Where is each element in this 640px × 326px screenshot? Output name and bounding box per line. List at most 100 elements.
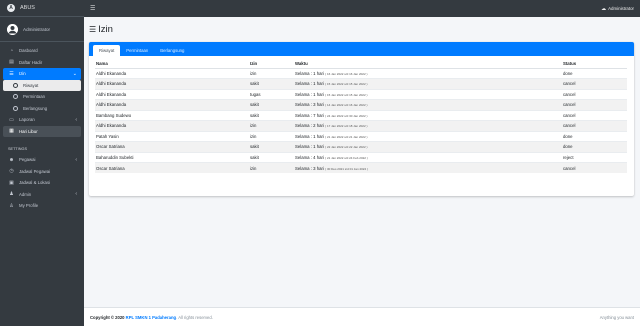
cell-waktu-duration: Selama : 3 hari [295,165,324,171]
sidebar-item-riwayat[interactable]: Riwayat [3,79,81,91]
chevron-down-icon: ⌄ [72,70,77,77]
sidebar-nav: ◔ Dasboard ▤ Daftar Hadir ☰ Izin ⌄ Riway… [0,42,84,212]
footer-copyright-text: Copyright © 2020 [90,314,125,320]
cell-izin: sakit [249,78,294,89]
sidebar-item-daftar-hadir[interactable]: ▤ Daftar Hadir [3,57,81,69]
cell-izin: sakit [249,151,294,163]
table-row: Oscar Satriana izin Selama : 3 hari ( 30 D… [95,162,627,173]
sidebar-item-pegawai[interactable]: ☻ Pegawai ‹ [3,154,81,166]
brand-logo: A [7,4,15,12]
user-panel[interactable]: Administrator [0,17,84,42]
table-row: Aldhi Ekananda izin Selama : 1 hari ( 16 J… [95,67,627,79]
cell-waktu-duration: Selama : 1 hari [295,133,324,139]
cell-nama: Bambang Sudewo [95,109,249,121]
chevron-left-icon: ‹ [75,191,77,198]
sidebar-item-berlangsung[interactable]: Berlangsung [3,103,81,115]
users-icon: ☻ [8,156,15,163]
cell-nama: Aldhi Ekananda [95,78,249,89]
tab-berlangsung[interactable]: Berlangsung [154,45,190,56]
cell-waktu-range: ( 14 Jan 2022 s/d 16 Jan 2022 ) [325,103,368,108]
cell-nama: Aldhi Ekananda [95,120,249,131]
cloud-icon: ☁ [601,5,607,12]
sidebar-item-admin[interactable]: ♟ Admin ‹ [3,189,81,201]
cell-waktu-range: ( 16 Jan 2022 s/d 16 Jan 2022 ) [325,71,368,76]
table-row: Aldhi Ekananda izin Selama : 2 hari ( 17 J… [95,120,627,131]
user-name: Administrator [23,26,51,32]
circle-icon [12,94,19,100]
cell-waktu-duration: Selama : 1 hari [295,81,324,87]
menu-toggle-icon[interactable]: ☰ [90,5,95,12]
cell-waktu-duration: Selama : 3 hari [295,102,324,108]
cell-waktu: Selama : 2 hari ( 17 Jan 2022 s/d 18 Jan… [294,120,562,131]
cell-waktu: Selama : 3 hari ( 30 Des 2021 s/d 01 Jan… [294,162,562,173]
sidebar-item-label: Jadwal Pegawai [19,168,51,174]
sidebar: A ABUS Administrator ◔ Dasboard ▤ Daftar… [0,0,84,326]
tab-riwayat[interactable]: Riwayat [93,45,121,56]
avatar [7,23,18,35]
cell-waktu: Selama : 1 hari ( 22 Jan 2022 s/d 22 Jan… [294,141,562,152]
cell-izin: izin [249,130,294,142]
cell-nama: Aldhi Ekananda [95,99,249,110]
cell-waktu: Selama : 3 hari ( 14 Jan 2022 s/d 16 Jan… [294,99,562,110]
sidebar-item-jadwal-pegawai[interactable]: ◷ Jadwal Pegawai [3,166,81,178]
cell-waktu-range: ( 15 Jan 2022 s/d 15 Jan 2022 ) [325,82,368,87]
brand-name: ABUS [20,5,35,11]
cell-nama: Aldhi Ekananda [95,88,249,100]
cell-izin: sakit [249,109,294,121]
cell-waktu-duration: Selama : 7 hari [295,112,324,118]
footer: Copyright © 2020 RPL SMKN 1 Padaherang. … [84,307,640,326]
table-row: Baharuddin Subekti sakit Selama : 4 hari (… [95,151,627,163]
cell-waktu: Selama : 7 hari ( 24 Jan 2022 s/d 30 Jan… [294,109,562,121]
sidebar-item-label: Jadwal & Lokasi [19,180,51,186]
sidebar-item-label: Hari Libur [19,128,38,134]
cell-waktu-range: ( 15 Jan 2022 s/d 15 Jan 2022 ) [325,92,368,97]
cell-nama: Oscar Satriana [95,162,249,173]
cell-status: done [562,130,627,142]
cell-izin: sakit [249,141,294,152]
table-row: Oscar Satriana sakit Selama : 1 hari ( 22 … [95,141,627,152]
cell-waktu: Selama : 1 hari ( 16 Jan 2022 s/d 16 Jan… [294,67,562,79]
footer-copyright: Copyright © 2020 RPL SMKN 1 Padaherang. … [90,315,213,320]
cell-waktu-range: ( 17 Jan 2022 s/d 18 Jan 2022 ) [325,124,368,129]
brand-link[interactable]: A ABUS [0,0,84,17]
page-title-text: Izin [98,24,113,35]
table-row: Aldhi Ekananda sakit Selama : 1 hari ( 15 … [95,78,627,89]
cell-waktu-duration: Selama : 1 hari [295,144,324,150]
column-header-status: Status [562,59,627,69]
cell-nama: Baharuddin Subekti [95,151,249,163]
sidebar-item-jadwal-lokasi[interactable]: ▣ Jadwal & Lokasi [3,177,81,189]
sidebar-item-izin[interactable]: ☰ Izin ⌄ [3,68,81,80]
sidebar-item-laporan[interactable]: ▭ Laporan ‹ [3,114,81,126]
sidebar-item-label: Permintaan [23,94,45,100]
footer-link[interactable]: RPL SMKN 1 Padaherang [126,315,176,320]
topbar-user-name: Administrator [608,6,634,11]
cell-izin: izin [249,67,294,79]
column-header-waktu: Waktu [294,59,562,69]
circle-icon [12,105,19,111]
sidebar-item-hari-libur[interactable]: ▦ Hari Libur [3,125,81,137]
sidebar-item-permintaan[interactable]: Permintaan [3,91,81,103]
sidebar-item-dasboard[interactable]: ◔ Dasboard [3,45,81,57]
sidebar-item-my-profile[interactable]: ♙ My Profile [3,200,81,212]
table-header-row: Nama Izin Waktu Status [95,59,627,69]
cell-waktu-range: ( 21 Jan 2022 s/d 21 Jan 2022 ) [325,134,368,139]
izin-card: Riwayat Permintaan Berlangsung Nama Izin… [89,42,634,196]
cell-waktu-duration: Selama : 1 hari [295,70,324,76]
sidebar-item-label: Berlangsung [23,105,48,111]
cell-waktu-range: ( 22 Jan 2022 s/d 22 Jan 2022 ) [325,145,368,150]
cell-izin: sakit [249,99,294,110]
sidebar-item-label: Dasboard [19,48,38,54]
cell-status: reject [562,151,627,163]
user-shield-icon: ♟ [9,191,14,198]
sidebar-item-label: Admin [19,191,32,197]
chevron-left-icon: ‹ [75,156,77,163]
folder-icon: ▭ [9,116,14,123]
cell-status: cancel [562,88,627,100]
cell-status: done [562,67,627,79]
cell-izin: izin [249,162,294,173]
topbar-user-menu[interactable]: ☁ Administrator [601,6,634,12]
cell-waktu: Selama : 4 hari ( 21 Jan 2022 s/d 24 Feb… [294,151,562,163]
tab-permintaan[interactable]: Permintaan [120,45,154,56]
dashboard-icon: ◔ [9,47,14,54]
cell-status: cancel [562,99,627,110]
